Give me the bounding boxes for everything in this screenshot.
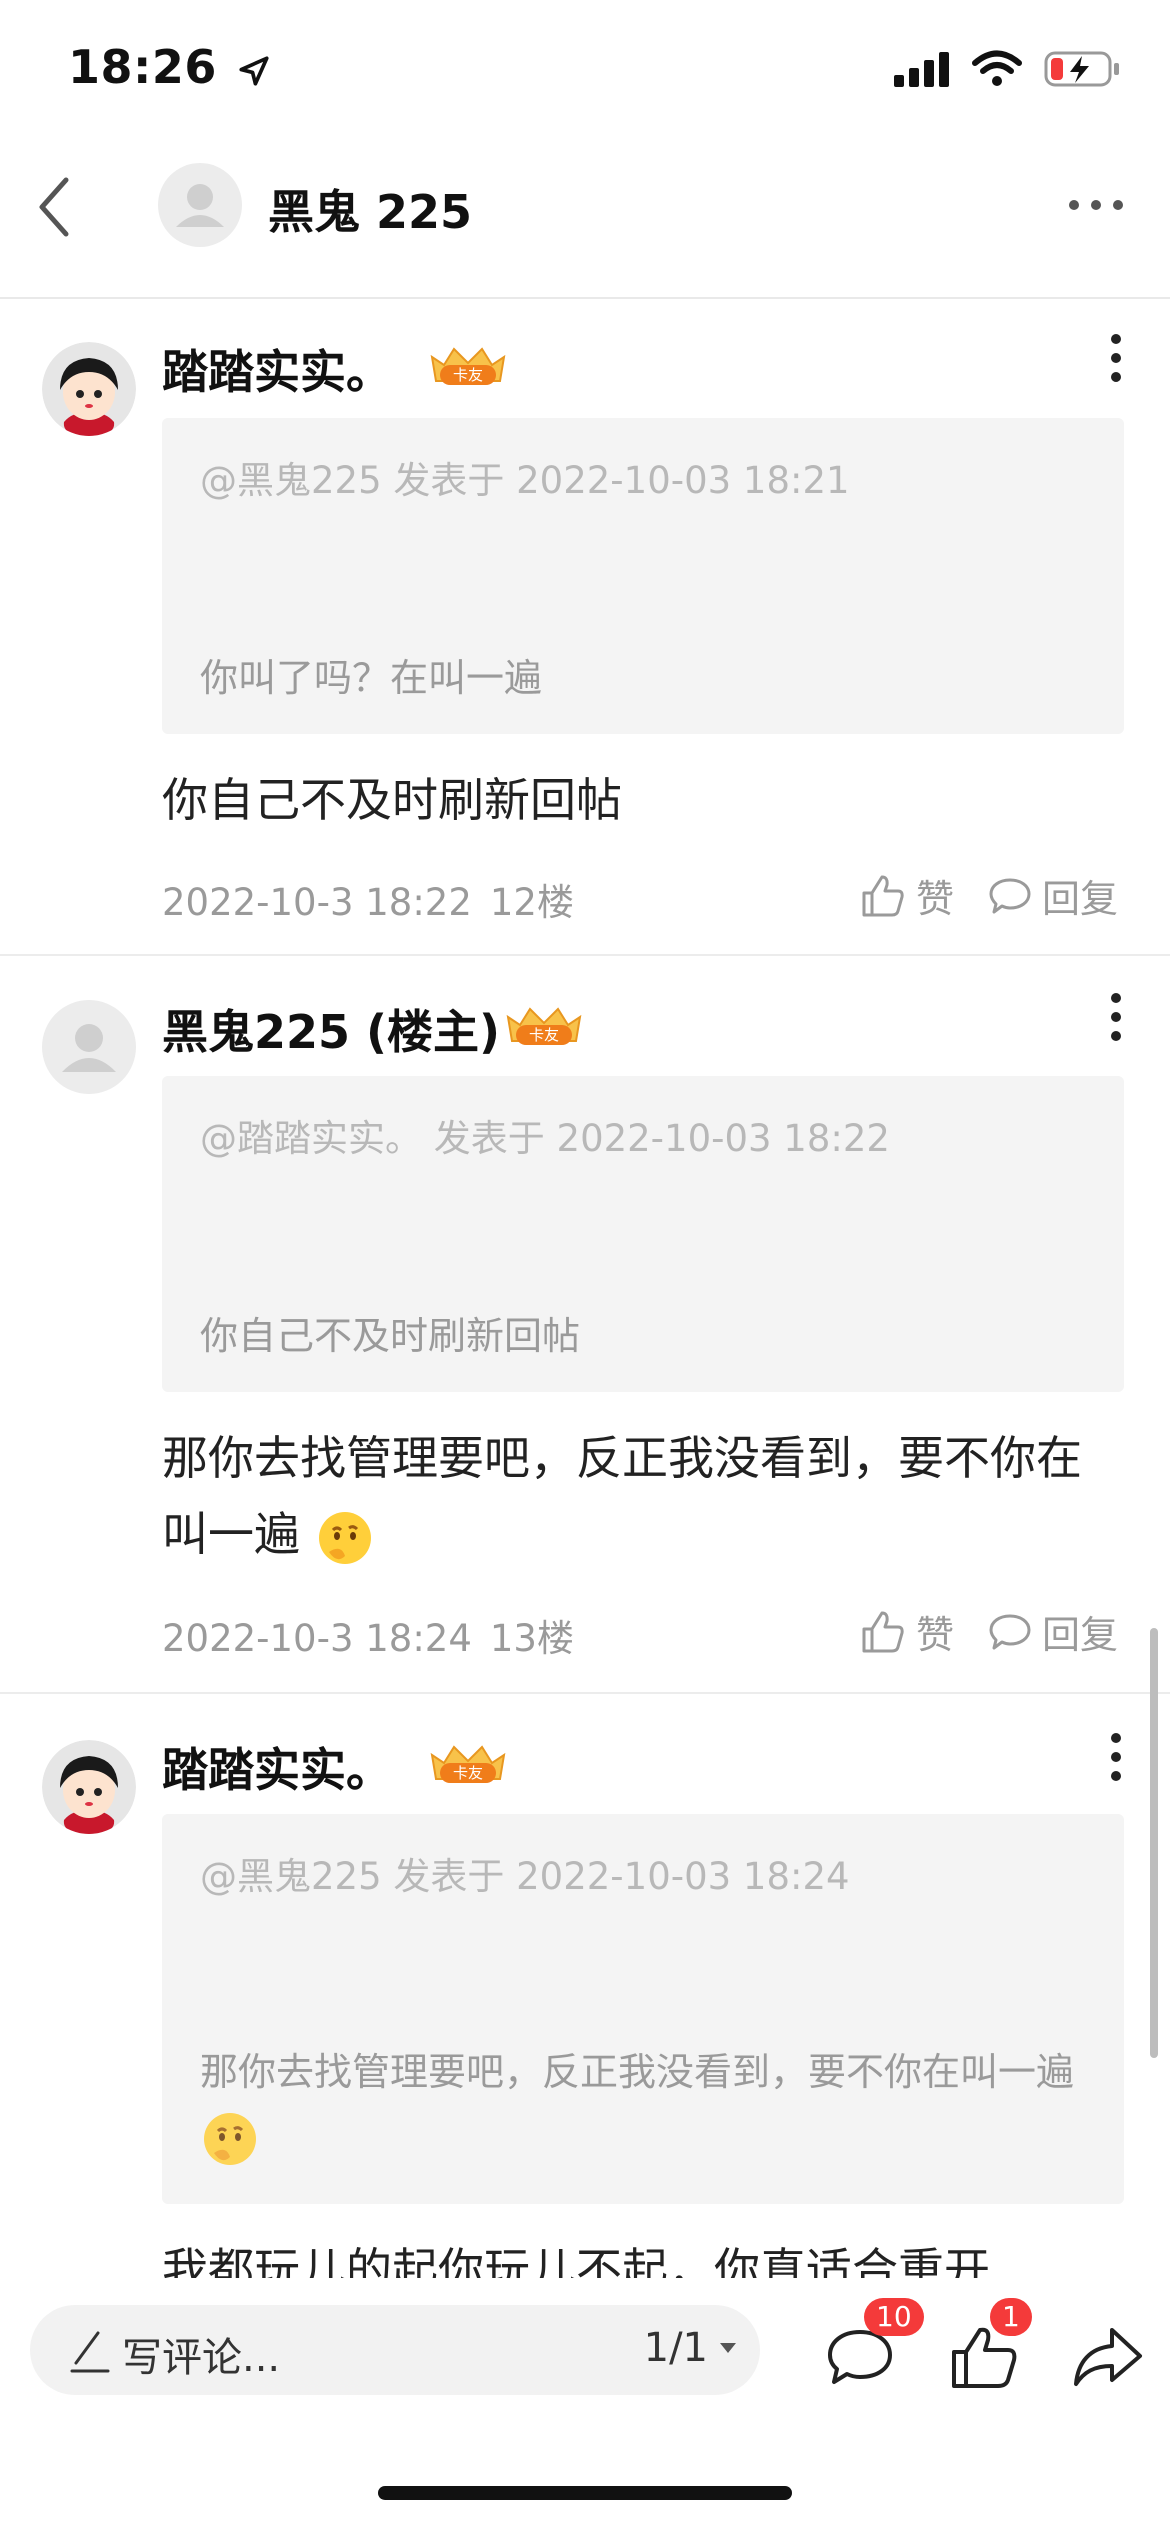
thinking-emoji-icon [204,2112,256,2165]
badge-text: 卡友 [529,1026,559,1044]
cartoon-girl-avatar-icon [42,1740,136,1834]
caret-down-icon [720,2343,736,2353]
badge-text: 卡友 [453,1764,483,1782]
comment-floor: 13楼 [489,1617,574,1660]
quote-box[interactable]: @踏踏实实。 发表于 2022-10-03 18:22 你自己不及时刷新回帖 [162,1076,1124,1392]
comment-date: 2022-10-3 18:24 [162,1617,472,1660]
like-count-badge: 1 [990,2298,1032,2336]
status-time: 18:26 [68,40,271,94]
comment-username[interactable]: 黑鬼225 (楼主) [162,996,500,1062]
comment-bubble-icon [989,878,1031,913]
avatar[interactable] [42,1740,136,1834]
more-vertical-icon[interactable] [1108,333,1124,383]
quote-header: @黑鬼225 发表于 2022-10-03 18:24 [200,1855,850,1898]
fan-badge: 卡友 [502,1003,586,1049]
thinking-emoji-icon [318,1511,371,1564]
fan-badge: 卡友 [426,1741,510,1787]
quote-box[interactable]: @黑鬼225 发表于 2022-10-03 18:21 你叫了吗？在叫一遍 [162,418,1124,734]
comment-divider [0,1692,1170,1694]
page-indicator: 1/1 [643,2325,708,2371]
quote-box[interactable]: @黑鬼225 发表于 2022-10-03 18:24 那你去找管理要吧，反正我… [162,1814,1124,2204]
avatar[interactable] [42,342,136,436]
comment-bubble-icon [989,1614,1031,1649]
quote-text-body: 那你去找管理要吧，反正我没看到，要不你在叫一遍 [200,2050,1075,2094]
comment-text: 我都玩儿的起你玩儿不起，你真适合重开 [162,2243,990,2278]
quote-text: 那你去找管理要吧，反正我没看到，要不你在叫一遍 [200,2040,1100,2169]
crown-badge-icon: 卡友 [430,347,506,385]
comment-username[interactable]: 踏踏实实。 [162,1734,392,1800]
cartoon-girl-avatar-icon [42,342,136,436]
default-avatar-icon [176,184,224,227]
crown-badge-icon: 卡友 [506,1007,582,1045]
like-button[interactable]: 赞 [860,1604,954,1659]
wifi-icon [972,50,1022,86]
quote-text: 你叫了吗？在叫一遍 [200,656,543,700]
pencil-icon [70,2331,110,2373]
comment-username[interactable]: 踏踏实实。 [162,336,392,402]
reply-button[interactable]: 回复 [988,1604,1118,1659]
like-button[interactable]: 赞 [860,868,954,923]
more-vertical-icon[interactable] [1108,992,1124,1042]
quote-header: @踏踏实实。 发表于 2022-10-03 18:22 [200,1117,890,1160]
like-label: 赞 [916,877,955,921]
avatar[interactable] [42,1000,136,1094]
location-arrow-icon [239,55,270,86]
quote-header: @黑鬼225 发表于 2022-10-03 18:21 [200,459,850,502]
quote-text: 你自己不及时刷新回帖 [200,1314,581,1358]
comment-text: 你自己不及时刷新回帖 [162,773,622,827]
thumbs-up-icon [862,875,904,916]
comment-date: 2022-10-3 18:22 [162,881,472,924]
reply-label: 回复 [1042,1613,1119,1657]
comment-composer[interactable]: 写评论... 1/1 [30,2305,760,2395]
reply-button[interactable]: 回复 [988,868,1118,923]
comment-divider [0,954,1170,956]
nav-avatar[interactable] [158,163,242,247]
comment-meta: 2022-10-3 18:22 12楼 [162,872,574,926]
fan-badge: 卡友 [426,343,510,389]
comment-floor: 12楼 [489,881,574,924]
home-indicator [378,2486,792,2500]
default-avatar-icon [62,1024,116,1072]
composer-placeholder: 写评论... [122,2335,281,2381]
signal-icon [894,52,949,87]
reply-label: 回复 [1042,877,1119,921]
comment-text-body: 那你去找管理要吧，反正我没看到，要不你在叫一遍 [162,1431,1082,1561]
more-vertical-icon[interactable] [1108,1732,1124,1782]
comment-count-badge: 10 [864,2298,924,2336]
status-icons [894,50,1120,88]
badge-text: 卡友 [453,366,483,384]
status-time-text: 18:26 [68,40,217,94]
thumbs-up-icon [862,1611,904,1652]
page-selector[interactable]: 1/1 [644,2325,738,2371]
nav-divider [0,297,1170,299]
comment-meta: 2022-10-3 18:24 13楼 [162,1608,574,1662]
page-title: 黑鬼 225 [268,185,473,239]
battery-icon [1044,51,1119,87]
like-label: 赞 [916,1613,955,1657]
more-horizontal-icon[interactable] [1066,190,1126,220]
crown-badge-icon: 卡友 [430,1745,506,1783]
back-chevron-icon[interactable] [32,172,76,242]
scrollbar[interactable] [1150,1628,1158,2058]
share-arrow-icon[interactable] [1070,2322,1146,2392]
comment-text: 那你去找管理要吧，反正我没看到，要不你在叫一遍 [162,1420,1102,1572]
